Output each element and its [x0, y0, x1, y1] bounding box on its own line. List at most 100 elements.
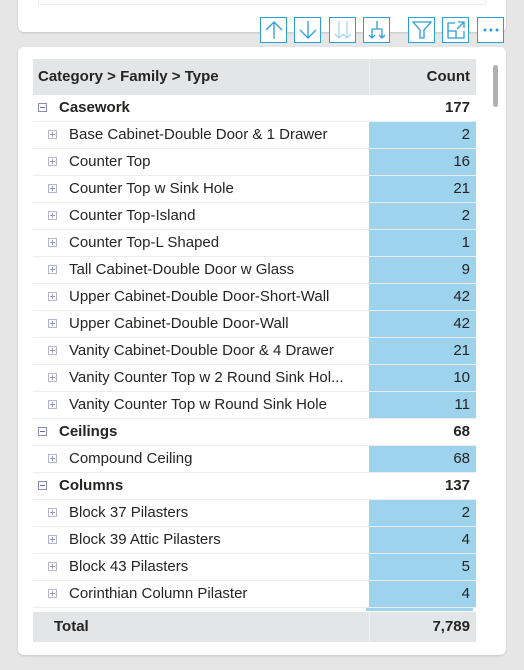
go-to-next-level-button[interactable]	[329, 17, 356, 43]
expand-icon[interactable]	[48, 453, 57, 463]
total-row: Total 7,789	[33, 612, 476, 642]
collapse-icon[interactable]	[38, 102, 47, 112]
vertical-scrollbar[interactable]	[493, 65, 498, 107]
type-label: Vanity Counter Top w 2 Round Sink Hol...	[69, 369, 344, 386]
category-row: Ceilings 68	[33, 419, 476, 446]
type-row: Vanity Counter Top w Round Sink Hole 11	[33, 392, 476, 419]
total-label: Total	[54, 618, 89, 635]
type-row: Corinthian Column Pilaster 4	[33, 581, 476, 608]
type-count: 16	[369, 149, 476, 175]
category-label: Columns	[59, 477, 124, 494]
type-count: 2	[369, 122, 476, 148]
filter-icon	[411, 21, 432, 39]
type-label: Base Cabinet-Double Door & 1 Drawer	[69, 126, 328, 143]
type-label: Tall Cabinet-Double Door w Glass	[69, 261, 295, 278]
filter-button[interactable]	[408, 17, 435, 43]
type-label: Vanity Counter Top w Round Sink Hole	[69, 396, 327, 413]
column-header-count[interactable]: Count	[369, 59, 476, 95]
table-header-row: Category > Family > Type Count	[33, 59, 476, 95]
expand-icon[interactable]	[48, 129, 57, 139]
type-name: Compound Ceiling	[48, 446, 192, 472]
expand-icon[interactable]	[48, 345, 57, 355]
type-count: 68	[369, 446, 476, 472]
type-count: 2	[369, 500, 476, 526]
type-row: Counter Top w Sink Hole 21	[33, 176, 476, 203]
type-name: Counter Top-L Shaped	[48, 230, 219, 256]
expand-icon[interactable]	[48, 561, 57, 571]
type-name: Upper Cabinet-Double Door-Wall	[48, 311, 289, 337]
type-label: Upper Cabinet-Double Door-Wall	[69, 315, 289, 332]
type-name: Vanity Cabinet-Double Door & 4 Drawer	[48, 338, 334, 364]
expand-next-level-button[interactable]	[363, 17, 390, 43]
total-value: 7,789	[369, 612, 476, 642]
type-row: Counter Top-L Shaped 1	[33, 230, 476, 257]
expand-icon[interactable]	[48, 318, 57, 328]
type-label: Corinthian Column Pilaster	[69, 585, 248, 602]
category-label: Casework	[59, 99, 130, 116]
column-header-hierarchy[interactable]: Category > Family > Type	[38, 59, 219, 95]
category-name: Casework	[38, 95, 130, 121]
matrix-visual-card: Category > Family > Type Count Casework 1…	[18, 47, 506, 655]
category-name: Columns	[38, 473, 123, 499]
fork-arrow-down-icon	[368, 21, 385, 39]
arrow-up-icon	[265, 21, 282, 39]
expand-icon[interactable]	[48, 588, 57, 598]
category-row: Casework 177	[33, 95, 476, 122]
type-label: Upper Cabinet-Double Door-Short-Wall	[69, 288, 330, 305]
type-count: 21	[369, 338, 476, 364]
type-label: Block 43 Pilasters	[69, 558, 189, 575]
more-options-button[interactable]	[477, 17, 504, 43]
expand-icon[interactable]	[48, 237, 57, 247]
type-row: Compound Ceiling 68	[33, 446, 476, 473]
type-count: 1	[369, 230, 476, 256]
type-label: Counter Top w Sink Hole	[69, 180, 234, 197]
expand-icon[interactable]	[48, 372, 57, 382]
type-name: Vanity Counter Top w Round Sink Hole	[48, 392, 327, 418]
focus-mode-button[interactable]	[442, 17, 469, 43]
arrow-down-icon	[299, 21, 316, 39]
collapse-icon[interactable]	[38, 480, 47, 490]
expand-icon[interactable]	[48, 156, 57, 166]
drill-up-button[interactable]	[260, 17, 287, 43]
expand-icon[interactable]	[48, 534, 57, 544]
matrix-table: Category > Family > Type Count Casework 1…	[33, 59, 476, 608]
expand-icon[interactable]	[48, 507, 57, 517]
category-label: Ceilings	[59, 423, 118, 440]
type-name: Block 43 Pilasters	[48, 554, 188, 580]
type-count: 5	[369, 554, 476, 580]
type-count: 42	[369, 284, 476, 310]
type-name: Counter Top	[48, 149, 150, 175]
type-label: Counter Top-L Shaped	[69, 234, 220, 251]
expand-icon[interactable]	[48, 210, 57, 220]
category-count: 137	[444, 477, 470, 494]
ellipsis-icon	[483, 28, 498, 32]
type-name: Upper Cabinet-Double Door-Short-Wall	[48, 284, 329, 310]
type-row: Upper Cabinet-Double Door-Wall 42	[33, 311, 476, 338]
expand-icon[interactable]	[48, 183, 57, 193]
type-row: Block 39 Attic Pilasters 4	[33, 527, 476, 554]
type-label: Vanity Cabinet-Double Door & 4 Drawer	[69, 342, 334, 359]
type-label: Compound Ceiling	[69, 450, 193, 467]
collapse-icon[interactable]	[38, 426, 47, 436]
type-count: 42	[369, 311, 476, 337]
type-row: Vanity Counter Top w 2 Round Sink Hol...…	[33, 365, 476, 392]
type-row: Base Cabinet-Double Door & 1 Drawer 2	[33, 122, 476, 149]
partial-row-bar	[366, 608, 473, 611]
type-name: Block 39 Attic Pilasters	[48, 527, 221, 553]
category-count: 68	[453, 423, 470, 440]
type-row: Counter Top 16	[33, 149, 476, 176]
category-count: 177	[444, 99, 470, 116]
expand-icon[interactable]	[48, 264, 57, 274]
type-name: Block 37 Pilasters	[48, 500, 188, 526]
type-row: Vanity Cabinet-Double Door & 4 Drawer 21	[33, 338, 476, 365]
category-row: Columns 137	[33, 473, 476, 500]
type-name: Vanity Counter Top w 2 Round Sink Hol...	[48, 365, 344, 391]
expand-icon[interactable]	[48, 399, 57, 409]
type-row: Counter Top-Island 2	[33, 203, 476, 230]
type-label: Block 39 Attic Pilasters	[69, 531, 221, 548]
expand-icon[interactable]	[48, 291, 57, 301]
drill-down-button[interactable]	[294, 17, 321, 43]
type-label: Block 37 Pilasters	[69, 504, 189, 521]
double-arrow-down-icon	[334, 21, 351, 39]
type-name: Corinthian Column Pilaster	[48, 581, 247, 607]
